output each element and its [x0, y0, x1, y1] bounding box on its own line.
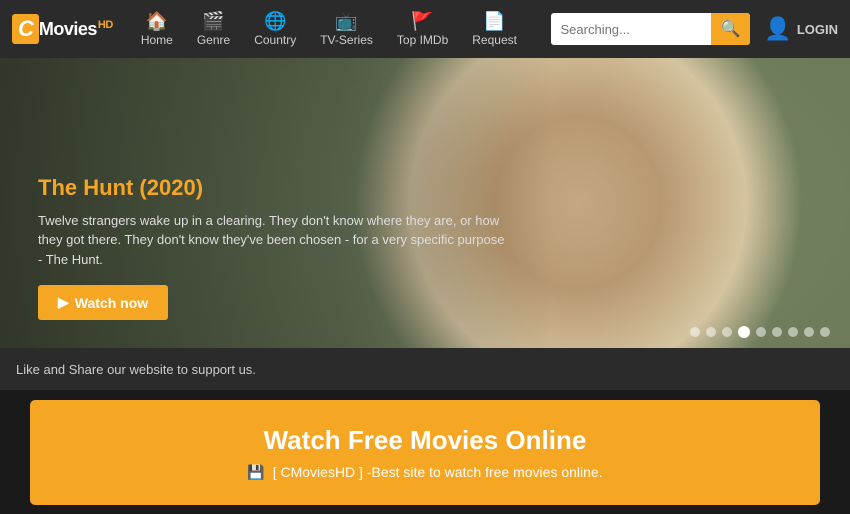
promo-subtitle: 💾 [ CMoviesHD ] -Best site to watch free… — [247, 464, 602, 481]
tvseries-icon: 📺 — [335, 11, 357, 32]
search-button[interactable]: 🔍 — [711, 13, 751, 45]
watch-now-button[interactable]: ▶ Watch now — [38, 285, 168, 320]
nav-topimdb[interactable]: 🚩 Top IMDb — [387, 7, 458, 51]
nav-request[interactable]: 📄 Request — [462, 7, 527, 51]
nav-genre[interactable]: 🎬 Genre — [187, 7, 240, 51]
dot-2[interactable] — [706, 327, 716, 337]
nav-home-label: Home — [141, 33, 173, 47]
nav-topimdb-label: Top IMDb — [397, 33, 448, 47]
user-icon: 👤 — [764, 16, 791, 42]
logo-movies: MoviesHD — [39, 19, 113, 40]
nav-country[interactable]: 🌐 Country — [244, 7, 306, 51]
nav-home[interactable]: 🏠 Home — [131, 7, 183, 51]
nav-tvseries[interactable]: 📺 TV-Series — [310, 7, 383, 51]
dot-3[interactable] — [722, 327, 732, 337]
logo[interactable]: C MoviesHD — [12, 14, 113, 44]
promo-title: Watch Free Movies Online — [264, 425, 587, 456]
topimdb-icon: 🚩 — [411, 11, 433, 32]
dot-5[interactable] — [756, 327, 766, 337]
nav-genre-label: Genre — [197, 33, 230, 47]
movie-title: The Hunt (2020) — [38, 175, 508, 201]
slider-dots — [690, 326, 830, 338]
request-icon: 📄 — [483, 11, 505, 32]
promo-banner: Watch Free Movies Online 💾 [ CMoviesHD ]… — [30, 400, 820, 505]
dot-7[interactable] — [788, 327, 798, 337]
nav-country-label: Country — [254, 33, 296, 47]
nav-items: 🏠 Home 🎬 Genre 🌐 Country 📺 TV-Series 🚩 T… — [131, 7, 551, 51]
login-button[interactable]: 👤 LOGIN — [764, 16, 838, 42]
play-icon: ▶ — [58, 294, 69, 311]
watch-now-label: Watch now — [75, 295, 148, 311]
movie-description: Twelve strangers wake up in a clearing. … — [38, 211, 508, 270]
search-bar: 🔍 — [551, 13, 751, 45]
logo-c: C — [12, 14, 39, 44]
dot-6[interactable] — [772, 327, 782, 337]
download-icon: 💾 — [247, 464, 264, 480]
support-text: Like and Share our website to support us… — [16, 362, 256, 377]
dot-4[interactable] — [738, 326, 750, 338]
support-bar: Like and Share our website to support us… — [0, 348, 850, 390]
login-label: LOGIN — [797, 22, 838, 37]
dot-9[interactable] — [820, 327, 830, 337]
nav-tvseries-label: TV-Series — [320, 33, 373, 47]
genre-icon: 🎬 — [202, 11, 224, 32]
home-icon: 🏠 — [146, 11, 168, 32]
hero-content: The Hunt (2020) Twelve strangers wake up… — [38, 175, 508, 321]
promo-subtitle-text: [ CMoviesHD ] -Best site to watch free m… — [273, 464, 603, 480]
country-icon: 🌐 — [264, 11, 286, 32]
hero-slider: The Hunt (2020) Twelve strangers wake up… — [0, 58, 850, 348]
navbar: C MoviesHD 🏠 Home 🎬 Genre 🌐 Country 📺 TV… — [0, 0, 850, 58]
dot-1[interactable] — [690, 327, 700, 337]
search-input[interactable] — [551, 16, 711, 43]
nav-request-label: Request — [472, 33, 517, 47]
dot-8[interactable] — [804, 327, 814, 337]
